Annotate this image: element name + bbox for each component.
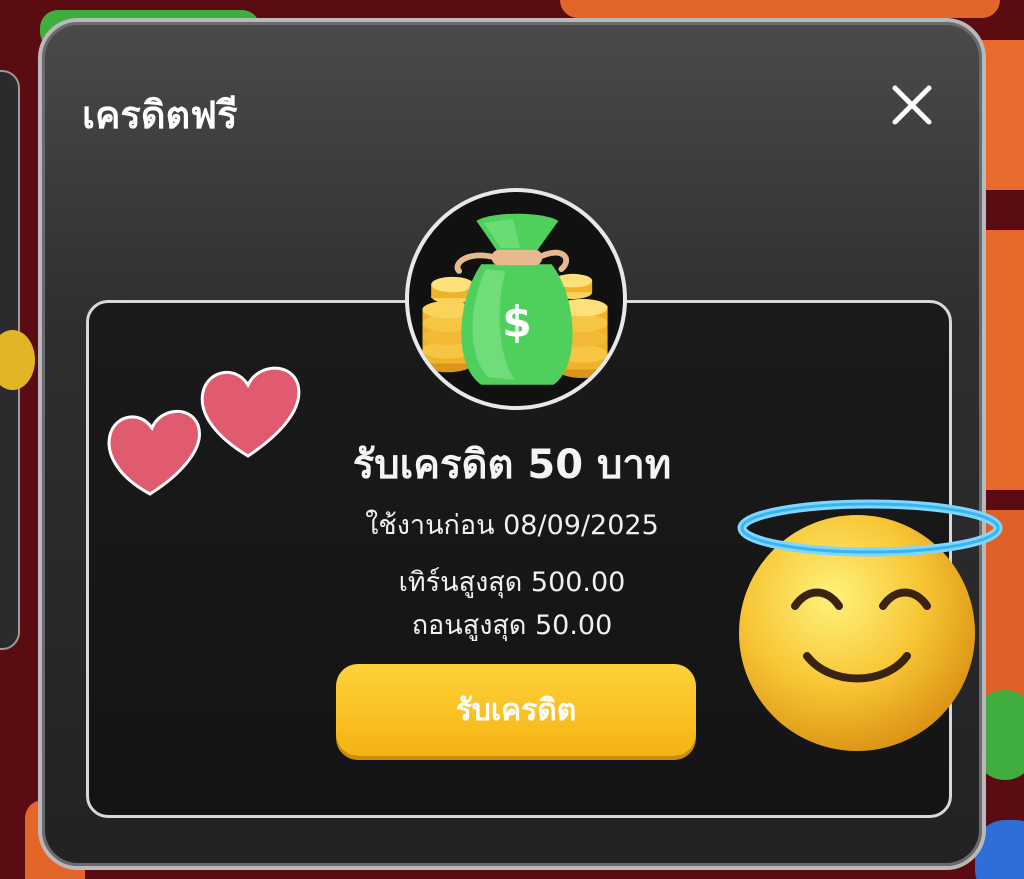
background-tile: [560, 0, 1000, 18]
close-icon: [892, 85, 932, 125]
heart-icon: [200, 366, 301, 458]
background-tile: [0, 330, 35, 390]
heart-icon: [107, 409, 201, 496]
money-bag-icon: $: [422, 213, 608, 385]
reward-icon-frame: $: [405, 188, 627, 410]
claim-credit-button[interactable]: รับเครดิต: [336, 664, 696, 756]
close-button[interactable]: [887, 80, 937, 130]
svg-text:$: $: [502, 299, 532, 348]
hearts-sticker: [107, 366, 301, 496]
modal-title: เครดิตฟรี: [82, 93, 238, 137]
smiling-face-with-halo-emoji: [737, 499, 1003, 751]
